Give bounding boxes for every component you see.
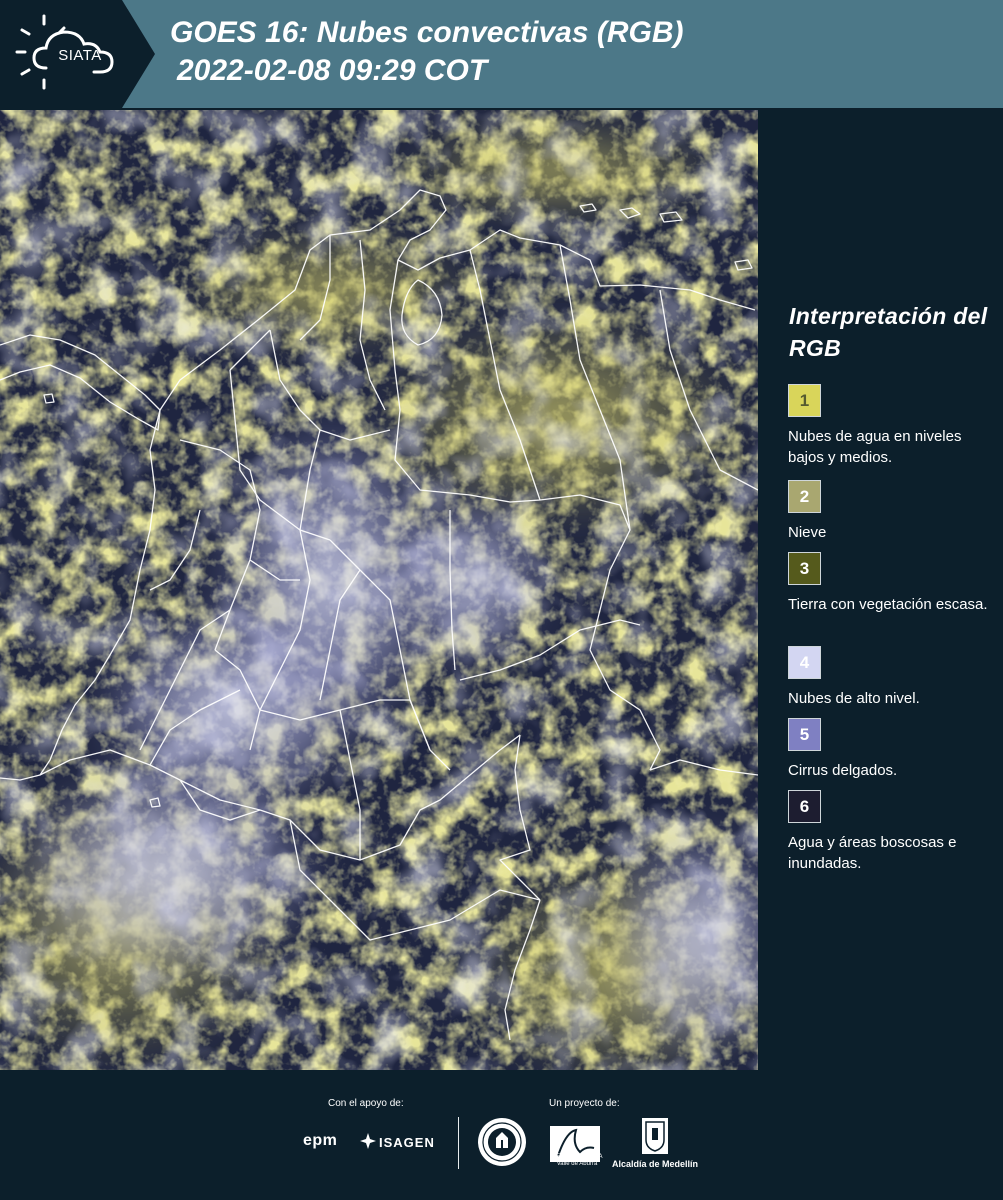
- medellin-seal-icon[interactable]: [477, 1117, 527, 1167]
- legend-swatch-5: 5: [788, 718, 821, 751]
- support-label: Con el apoyo de:: [328, 1098, 404, 1109]
- isagen-logo[interactable]: ISAGEN: [379, 1135, 435, 1150]
- legend-panel: Interpretación del RGB 1 Nubes de agua e…: [760, 110, 1003, 1070]
- legend-title: Interpretación del RGB: [789, 303, 988, 361]
- legend-label-1: Nubes de agua en niveles bajos y medios.: [788, 428, 962, 466]
- satellite-image-canvas: [0, 110, 758, 1070]
- legend-label-6: Agua y áreas boscosas e inundadas.: [788, 834, 957, 872]
- logo-wordmark: SIATA: [58, 47, 102, 64]
- legend-label-2: Nieve: [788, 524, 827, 541]
- legend-item-2: 2 Nieve: [788, 480, 998, 543]
- page-timestamp: 2022-02-08 09:29 COT: [177, 54, 488, 87]
- legend-item-3: 3 Tierra con vegetación escasa.: [788, 552, 998, 615]
- legend-label-3: Tierra con vegetación escasa.: [788, 596, 988, 613]
- page-title: GOES 16: Nubes convectivas (RGB): [170, 16, 684, 49]
- legend-item-5: 5 Cirrus delgados.: [788, 718, 998, 781]
- legend-swatch-6: 6: [788, 790, 821, 823]
- legend-label-4: Nubes de alto nivel.: [788, 690, 920, 707]
- satellite-image[interactable]: [0, 110, 758, 1070]
- legend-swatch-1: 1: [788, 384, 821, 417]
- isagen-star-icon: [360, 1133, 376, 1149]
- legend-item-4: 4 Nubes de alto nivel.: [788, 646, 998, 709]
- footer-bar: Con el apoyo de: Un proyecto de: epm ISA…: [0, 1070, 1003, 1200]
- legend-swatch-4: 4: [788, 646, 821, 679]
- legend-item-6: 6 Agua y áreas boscosas e inundadas.: [788, 790, 998, 874]
- epm-logo[interactable]: epm: [303, 1132, 337, 1150]
- footer-divider: [458, 1117, 459, 1169]
- legend-item-1: 1 Nubes de agua en niveles bajos y medio…: [788, 384, 998, 468]
- legend-swatch-2: 2: [788, 480, 821, 513]
- amva-label: METROPOLITANA Valle de Aburrá: [551, 1154, 603, 1167]
- legend-swatch-3: 3: [788, 552, 821, 585]
- legend-label-5: Cirrus delgados.: [788, 762, 898, 779]
- medellin-label: Alcaldía de Medellín: [612, 1159, 699, 1169]
- header-bar: SIATA GOES 16: Nubes convectivas (RGB) 2…: [0, 0, 1003, 108]
- project-label: Un proyecto de:: [549, 1098, 620, 1109]
- siata-logo[interactable]: SIATA: [0, 0, 155, 108]
- medellin-shield-icon[interactable]: [642, 1118, 668, 1154]
